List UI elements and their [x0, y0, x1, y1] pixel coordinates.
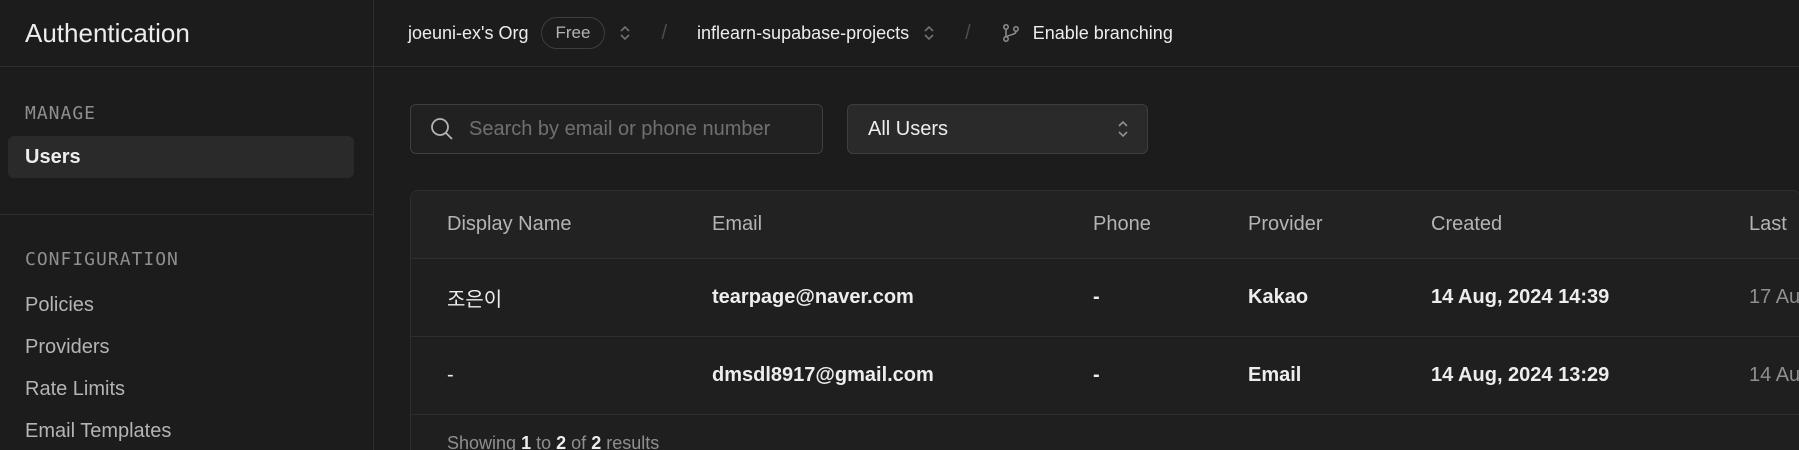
footer-total: 2	[591, 433, 602, 450]
footer-prefix: Showing	[447, 433, 517, 450]
sidebar-item-providers[interactable]: Providers	[8, 326, 354, 368]
user-filter-value: All Users	[868, 117, 949, 140]
sidebar-item-rate-limits[interactable]: Rate Limits	[8, 368, 354, 410]
sidebar-item-label: Policies	[25, 293, 94, 316]
cell-display-name: -	[447, 364, 454, 386]
cell-email: dmsdl8917@gmail.com	[712, 364, 934, 386]
cell-last-sign-in: 17 Au	[1749, 286, 1799, 308]
section-label-manage: MANAGE	[25, 103, 97, 124]
enable-branching-button[interactable]: Enable branching	[1033, 23, 1173, 44]
search-icon	[431, 118, 453, 140]
column-header-phone[interactable]: Phone	[1093, 191, 1151, 258]
sidebar-title: Authentication	[25, 17, 190, 48]
footer-to: 2	[556, 433, 567, 450]
table-header: Display Name Email Phone Provider Create…	[411, 191, 1799, 259]
cell-phone: -	[1093, 364, 1100, 386]
footer-suffix: results	[606, 433, 660, 450]
sidebar-item-label: Email Templates	[25, 419, 172, 442]
sidebar-item-email-templates[interactable]: Email Templates	[8, 410, 354, 450]
footer-to-word: to	[536, 433, 552, 450]
user-filter-select[interactable]: All Users	[847, 104, 1148, 154]
chevron-updown-icon[interactable]	[619, 24, 631, 42]
column-header-email[interactable]: Email	[712, 191, 762, 258]
column-header-display-name[interactable]: Display Name	[447, 191, 571, 258]
table-row[interactable]: - dmsdl8917@gmail.com - Email 14 Aug, 20…	[411, 337, 1799, 415]
search-input[interactable]	[469, 117, 799, 141]
cell-email: tearpage@naver.com	[712, 286, 914, 308]
cell-phone: -	[1093, 286, 1100, 308]
sidebar-item-label: Rate Limits	[25, 377, 126, 400]
footer-of-word: of	[571, 433, 587, 450]
footer-from: 1	[521, 433, 532, 450]
sidebar-item-policies[interactable]: Policies	[8, 284, 354, 326]
cell-created: 14 Aug, 2024 13:29	[1431, 364, 1610, 386]
org-selector[interactable]: joeuni-ex's Org	[408, 23, 529, 44]
cell-display-name: 조은이	[447, 289, 503, 311]
sidebar-item-users[interactable]: Users	[8, 136, 354, 178]
plan-badge: Free	[540, 17, 606, 49]
project-selector[interactable]: inflearn-supabase-projects	[697, 23, 909, 44]
cell-last-sign-in: 14 Au	[1749, 364, 1799, 386]
column-header-created[interactable]: Created	[1431, 191, 1502, 258]
column-header-last-sign-in[interactable]: Last	[1749, 191, 1787, 258]
top-bar: joeuni-ex's Org Free / inflearn-supabase…	[374, 0, 1799, 67]
cell-provider: Email	[1248, 364, 1302, 386]
table-row[interactable]: 조은이 tearpage@naver.com - Kakao 14 Aug, 2…	[411, 259, 1799, 337]
section-label-configuration: CONFIGURATION	[25, 249, 179, 270]
breadcrumb-separator: /	[965, 21, 971, 44]
main-content: All Users Display Name Email Phone Provi…	[374, 67, 1799, 450]
search-box[interactable]	[410, 104, 823, 154]
column-header-provider[interactable]: Provider	[1248, 191, 1322, 258]
sidebar-item-label: Providers	[25, 335, 110, 358]
git-branch-icon	[1002, 24, 1019, 42]
users-table: Display Name Email Phone Provider Create…	[410, 190, 1799, 450]
sidebar: Authentication MANAGE Users CONFIGURATIO…	[0, 0, 374, 450]
table-footer: Showing 1 to 2 of 2 results	[447, 433, 659, 450]
breadcrumb-separator: /	[661, 21, 668, 44]
cell-created: 14 Aug, 2024 14:39	[1431, 286, 1610, 308]
sidebar-header: Authentication	[0, 0, 373, 67]
chevron-updown-icon[interactable]	[923, 24, 935, 42]
cell-provider: Kakao	[1248, 286, 1309, 308]
sidebar-item-label: Users	[25, 145, 81, 168]
chevron-updown-icon	[1117, 117, 1129, 141]
